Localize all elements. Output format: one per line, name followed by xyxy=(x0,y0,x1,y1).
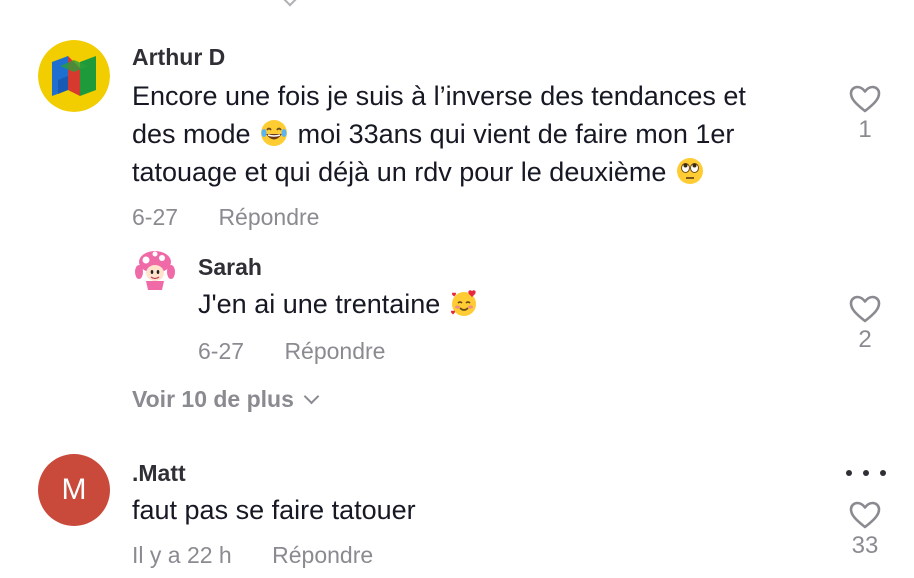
reply-author[interactable]: Sarah xyxy=(198,254,262,281)
toadette-icon xyxy=(132,246,178,292)
n64-logo-icon xyxy=(38,40,110,112)
comment-meta: Il y a 22 h Répondre xyxy=(132,542,373,569)
comment-line-3a: tatouage et qui déjà un rdv pour le deux… xyxy=(132,157,667,187)
collapse-chevron-icon xyxy=(281,0,299,7)
like-count: 1 xyxy=(858,116,872,143)
like-button[interactable]: 33 xyxy=(835,500,895,560)
avatar-sarah[interactable] xyxy=(132,246,178,292)
comment-author[interactable]: .Matt xyxy=(132,460,186,487)
avatar-matt[interactable]: M xyxy=(38,454,110,526)
comment-meta: 6-27 Répondre xyxy=(132,204,319,231)
chevron-down-icon xyxy=(303,388,320,405)
laughing-tears-emoji xyxy=(260,119,288,147)
reply-button[interactable]: Répondre xyxy=(272,542,373,568)
comment-line-2: des mode moi 33ans qui vient de faire mo… xyxy=(132,115,734,153)
view-more-replies-button[interactable]: Voir 10 de plus xyxy=(132,386,320,413)
more-options-icon[interactable] xyxy=(846,470,886,480)
avatar-letter: M xyxy=(61,473,87,506)
heart-icon xyxy=(849,501,881,529)
comment-line-2b: moi 33ans qui vient de faire mon 1er xyxy=(297,119,735,149)
dot xyxy=(880,470,886,476)
comment-line-3: tatouage et qui déjà un rdv pour le deux… xyxy=(132,153,706,191)
comment-author[interactable]: Arthur D xyxy=(132,44,225,71)
like-count: 33 xyxy=(851,532,879,559)
heart-icon xyxy=(849,295,881,323)
smiling-hearts-emoji xyxy=(450,289,478,317)
heart-icon xyxy=(849,85,881,113)
reply-meta: 6-27 Répondre xyxy=(198,338,385,365)
like-count: 2 xyxy=(858,326,872,353)
comment-line-1: Encore une fois je suis à l’inverse des … xyxy=(132,81,746,111)
like-button[interactable]: 2 xyxy=(835,294,895,354)
dot xyxy=(846,470,852,476)
reply-date: 6-27 xyxy=(198,338,245,364)
avatar-arthur[interactable] xyxy=(38,40,110,112)
eye-roll-emoji xyxy=(676,157,704,185)
reply-text-line: J'en ai une trentaine xyxy=(198,285,480,323)
comment-date: 6-27 xyxy=(132,204,179,230)
view-more-label: Voir 10 de plus xyxy=(132,386,294,412)
comment-date: Il y a 22 h xyxy=(132,542,232,568)
reply-text: J'en ai une trentaine xyxy=(198,289,441,319)
comment-line-2a: des mode xyxy=(132,119,251,149)
dot xyxy=(863,470,869,476)
reply-button[interactable]: Répondre xyxy=(284,338,385,364)
comment-text: faut pas se faire tatouer xyxy=(132,495,416,525)
reply-button[interactable]: Répondre xyxy=(218,204,319,230)
like-button[interactable]: 1 xyxy=(835,84,895,144)
